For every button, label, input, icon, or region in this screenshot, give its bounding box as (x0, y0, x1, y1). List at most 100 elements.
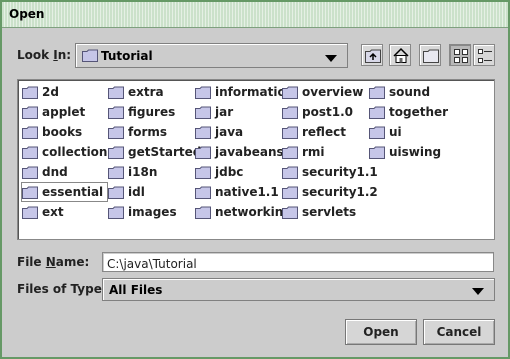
file-list-item[interactable]: applet (22, 103, 85, 121)
file-list-item[interactable]: getStarted (108, 143, 201, 161)
file-list-item[interactable]: ext (22, 203, 64, 221)
folder-icon (108, 206, 124, 219)
file-name-text: images (128, 205, 177, 219)
file-list-item[interactable]: 2d (22, 83, 59, 101)
folder-icon (282, 146, 298, 159)
up-folder-icon (365, 49, 381, 63)
file-list-item[interactable]: images (108, 203, 177, 221)
file-list-item[interactable]: reflect (282, 123, 346, 141)
folder-icon (22, 126, 38, 139)
file-name-text: servlets (302, 205, 357, 219)
file-name-text: security1.1 (302, 165, 378, 179)
folder-icon (108, 126, 124, 139)
folder-icon (108, 146, 124, 159)
file-list-item[interactable]: idl (108, 183, 145, 201)
file-list-item[interactable]: networking (195, 203, 292, 221)
file-name-text: extra (128, 85, 164, 99)
file-list-item[interactable]: information (195, 83, 294, 101)
open-button[interactable]: Open (345, 319, 417, 345)
file-list-item[interactable]: native1.1 (195, 183, 279, 201)
look-in-value: Tutorial (101, 49, 153, 63)
file-name-text: essential (42, 185, 104, 199)
folder-icon (108, 86, 124, 99)
folder-icon (369, 106, 385, 119)
open-dialog: Open Look In: Tutorial 2d applet books c… (0, 0, 510, 359)
details-view-button[interactable] (473, 44, 495, 66)
file-name-input[interactable] (103, 255, 493, 273)
look-in-combobox[interactable]: Tutorial (75, 43, 348, 68)
folder-icon (108, 166, 124, 179)
file-name-text: getStarted (128, 145, 202, 159)
file-list-item[interactable]: jar (195, 103, 233, 121)
file-name-text: javabeans (215, 145, 284, 159)
files-of-type-combobox[interactable]: All Files (102, 278, 495, 301)
file-name-text: dnd (42, 165, 68, 179)
folder-icon (195, 146, 211, 159)
file-name-text: networking (215, 205, 292, 219)
file-name-text: ui (389, 125, 402, 139)
folder-icon (195, 186, 211, 199)
up-one-level-button[interactable] (361, 44, 383, 66)
file-list-item[interactable]: javabeans (195, 143, 284, 161)
file-list-item[interactable]: collections (22, 143, 115, 161)
folder-icon (22, 186, 38, 199)
folder-icon (22, 166, 38, 179)
file-list-item[interactable]: post1.0 (282, 103, 353, 121)
folder-icon (369, 146, 385, 159)
file-list-item[interactable]: java (195, 123, 243, 141)
file-list-item[interactable]: security1.1 (282, 163, 378, 181)
file-list-item[interactable]: forms (108, 123, 167, 141)
folder-icon (282, 186, 298, 199)
list-view-button[interactable] (449, 44, 471, 66)
file-list[interactable]: 2d applet books collections dnd essential ext e… (17, 79, 495, 240)
file-name-text: ext (42, 205, 64, 219)
file-name-text: idl (128, 185, 145, 199)
title-bar[interactable]: Open (2, 2, 508, 28)
folder-icon (195, 106, 211, 119)
folder-icon (22, 206, 38, 219)
folder-icon (195, 206, 211, 219)
folder-icon (282, 86, 298, 99)
file-name-text: sound (389, 85, 431, 99)
file-name-text: forms (128, 125, 168, 139)
file-list-item[interactable]: together (369, 103, 448, 121)
file-name-text: collections (42, 145, 115, 159)
file-list-item[interactable]: sound (369, 83, 430, 101)
files-of-type-value: All Files (109, 283, 163, 297)
file-list-item[interactable]: books (22, 123, 82, 141)
files-of-type-label: Files of Type: (17, 282, 107, 296)
file-list-item[interactable]: figures (108, 103, 175, 121)
folder-icon (22, 146, 38, 159)
home-button[interactable] (389, 44, 411, 66)
file-name-text: i18n (128, 165, 158, 179)
file-list-item[interactable]: i18n (108, 163, 157, 181)
file-list-item[interactable]: ui (369, 123, 402, 141)
file-list-item[interactable]: security1.2 (282, 183, 378, 201)
file-name-text: native1.1 (215, 185, 279, 199)
file-name-text: jdbc (215, 165, 244, 179)
file-name-text: jar (215, 105, 234, 119)
cancel-button[interactable]: Cancel (423, 319, 495, 345)
file-list-item[interactable]: overview (282, 83, 363, 101)
file-list-item[interactable]: uiswing (369, 143, 441, 161)
file-name-text: together (389, 105, 449, 119)
folder-icon (369, 86, 385, 99)
new-folder-button[interactable] (419, 44, 441, 66)
file-name-text: rmi (302, 145, 325, 159)
folder-icon (195, 166, 211, 179)
window-title: Open (9, 7, 45, 21)
file-name-label: File Name: (17, 255, 90, 269)
folder-icon (22, 86, 38, 99)
file-name-text: books (42, 125, 83, 139)
file-list-item[interactable]: rmi (282, 143, 325, 161)
file-list-item[interactable]: extra (108, 83, 164, 101)
file-name-text: uiswing (389, 145, 442, 159)
file-list-item[interactable]: essential (20, 182, 109, 202)
file-name-field[interactable] (102, 252, 494, 273)
folder-icon (282, 166, 298, 179)
folder-icon (282, 126, 298, 139)
file-list-item[interactable]: jdbc (195, 163, 243, 181)
list-view-icon (454, 49, 468, 63)
file-list-item[interactable]: dnd (22, 163, 68, 181)
file-list-item[interactable]: servlets (282, 203, 356, 221)
